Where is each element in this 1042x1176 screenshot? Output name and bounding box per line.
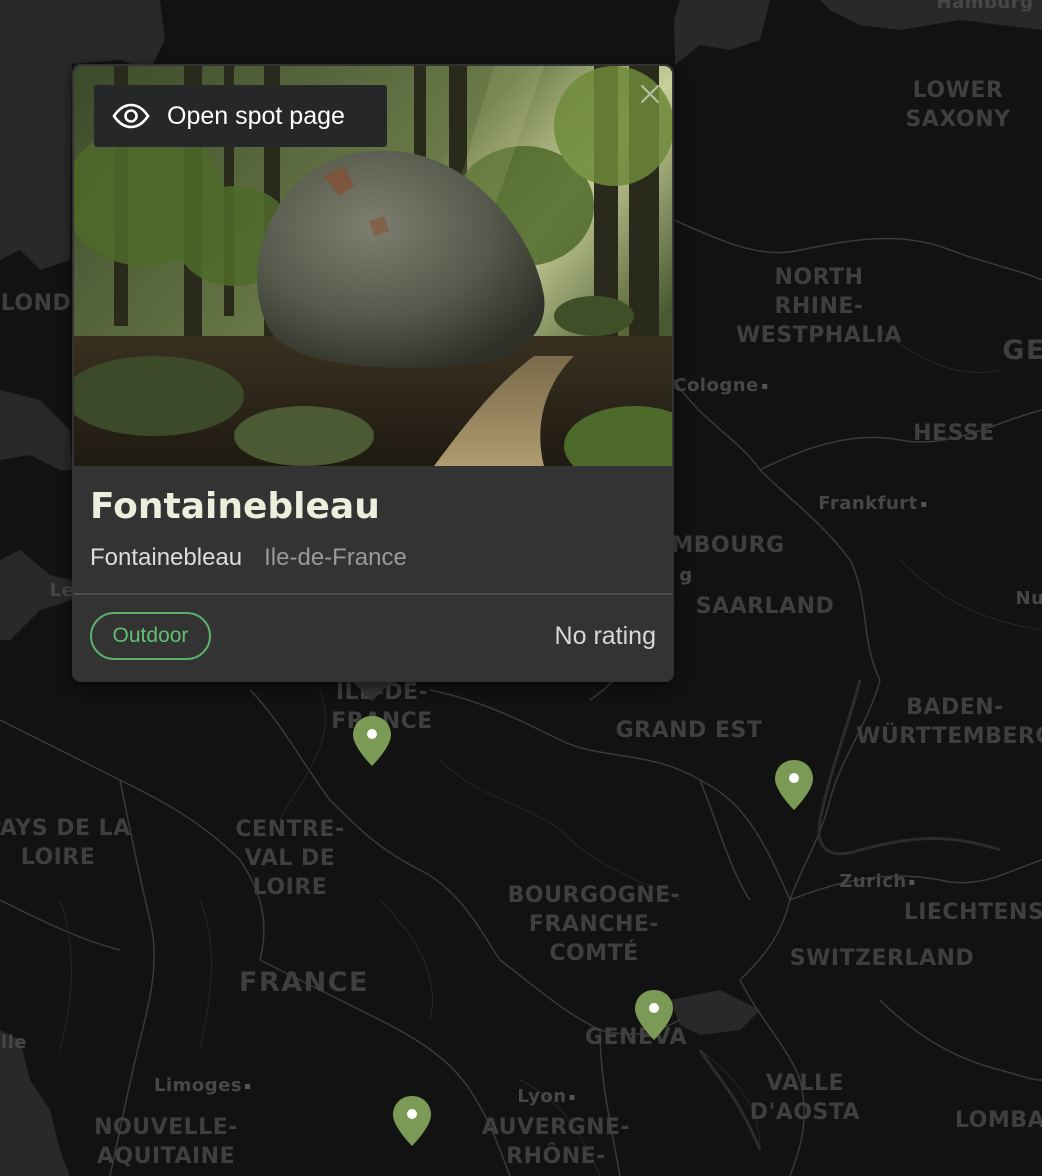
label-france: FRANCE: [239, 967, 369, 998]
label-hesse: HESSE: [913, 421, 995, 446]
label-auvergne-rhone: AUVERGNE- RHÔNE-: [481, 1115, 631, 1169]
label-nouvelle-aquitaine: NOUVELLE- AQUITAINE: [94, 1115, 238, 1169]
label-lyon: Lyon: [517, 1086, 575, 1108]
label-valle-d-aosta: VALLE D'AOSTA: [749, 1071, 861, 1125]
label-nuremberg: Nu: [1015, 588, 1042, 609]
spot-photo: Open spot page: [74, 66, 672, 466]
spot-location: Fontainebleau Ile-de-France: [90, 544, 407, 572]
label-pays-de-la-loire: PAYS DE LA LOIRE: [0, 816, 131, 870]
label-nrw: NORTH RHINE- WESTPHALIA: [736, 265, 902, 348]
fontainebleau-marker[interactable]: [351, 714, 393, 768]
label-liechtenstein: LIECHTENS: [903, 900, 1042, 925]
label-grand-est: GRAND EST: [615, 718, 763, 743]
close-icon[interactable]: [637, 81, 663, 107]
spot-popup: Open spot page Fontainebleau Fontaineble…: [72, 64, 674, 682]
label-cologne: Cologne: [673, 375, 767, 397]
label-le-havre: Le: [49, 580, 75, 601]
label-saarland: SAARLAND: [695, 594, 835, 619]
label-zurich: Zurich: [839, 871, 915, 893]
label-limoges: Limoges: [154, 1075, 251, 1097]
spot-region: Ile-de-France: [264, 544, 407, 571]
label-frankfurt: Frankfurt: [818, 493, 926, 515]
label-germany: GE: [1002, 335, 1042, 366]
vosges-marker[interactable]: [773, 758, 815, 812]
label-luxembourg-city: g: [679, 565, 693, 586]
label-centre-val-de-loire: CENTRE- VAL DE LOIRE: [235, 817, 345, 900]
popup-pointer: [352, 681, 392, 701]
label-london: LOND: [0, 291, 72, 316]
label-bourgogne: BOURGOGNE- FRANCHE- COMTÉ: [507, 883, 681, 966]
label-hamburg: Hamburg: [936, 0, 1034, 13]
spot-rating: No rating: [554, 622, 656, 650]
open-spot-page-button[interactable]: Open spot page: [94, 85, 387, 147]
label-lombardy: LOMBA: [954, 1108, 1042, 1133]
popup-divider: [74, 593, 672, 595]
label-switzerland: SWITZERLAND: [789, 946, 975, 971]
auvergne-marker[interactable]: [391, 1094, 433, 1148]
label-baden-wurttemberg: BADEN- WÜRTTEMBERG: [856, 695, 1042, 749]
label-lille-fragment: lle: [0, 1032, 28, 1053]
spot-city: Fontainebleau: [90, 544, 243, 571]
label-lower-saxony: LOWER SAXONY: [905, 78, 1011, 132]
spot-title: Fontainebleau: [90, 486, 380, 527]
geneva-marker[interactable]: [633, 988, 675, 1042]
eye-icon: [112, 103, 150, 129]
outdoor-tag: Outdoor: [90, 612, 211, 660]
open-spot-page-label: Open spot page: [167, 101, 345, 130]
label-luxembourg: MBOURG: [671, 533, 785, 558]
